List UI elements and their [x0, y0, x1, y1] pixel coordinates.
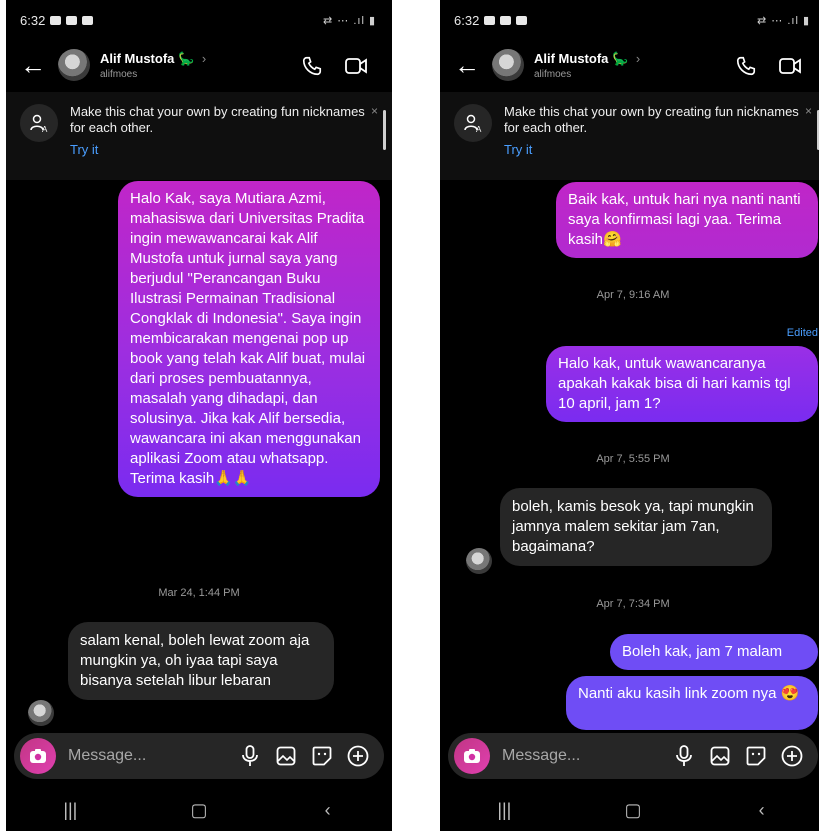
- gallery-icon[interactable]: [268, 738, 304, 774]
- message-bubble-incoming[interactable]: salam kenal, boleh lewat zoom aja mungki…: [68, 622, 334, 700]
- system-navigation-bar: ||| ▢ ‹: [6, 790, 392, 831]
- contact-avatar[interactable]: [492, 49, 524, 81]
- svg-text:A: A: [42, 125, 48, 133]
- phone-screen-left: 6:32 ⇄ ⋯ .ıl ▮ ← Alif Mustofa 🦕 › alifmo…: [6, 0, 392, 831]
- contact-name: Alif Mustofa: [534, 50, 609, 66]
- notification-icon: [516, 15, 528, 25]
- close-icon[interactable]: ×: [805, 104, 812, 180]
- contact-username: alifmoes: [534, 68, 572, 80]
- contact-info[interactable]: Alif Mustofa 🦕 › alifmoes: [534, 51, 724, 80]
- contact-name: Alif Mustofa: [100, 50, 175, 66]
- home-button[interactable]: ▢: [603, 800, 663, 821]
- microphone-icon[interactable]: [232, 738, 268, 774]
- try-it-link[interactable]: Try it: [70, 142, 365, 158]
- microphone-icon[interactable]: [666, 738, 702, 774]
- home-button[interactable]: ▢: [169, 800, 229, 821]
- status-time: 6:32: [454, 12, 480, 28]
- video-camera-icon[interactable]: [334, 52, 378, 78]
- message-bubble-outgoing[interactable]: Halo kak, untuk wawancaranya apakah kaka…: [546, 346, 818, 422]
- phone-screen-right: 6:32 ⇄ ⋯ .ıl ▮ ← Alif Mustofa 🦕 › alifmo…: [440, 0, 819, 831]
- message-bubble-outgoing[interactable]: Halo Kak, saya Mutiara Azmi, mahasiswa d…: [118, 181, 380, 497]
- scrollbar[interactable]: [383, 110, 386, 150]
- plus-icon[interactable]: [340, 738, 376, 774]
- edited-label: Edited: [786, 327, 818, 339]
- sticker-icon[interactable]: [738, 738, 774, 774]
- notification-icon: [484, 15, 496, 25]
- close-icon[interactable]: ×: [371, 104, 378, 180]
- contact-avatar-small[interactable]: [28, 700, 54, 726]
- message-composer: [14, 733, 384, 779]
- status-bar: 6:32 ⇄ ⋯ .ıl ▮: [440, 0, 819, 40]
- contact-emoji: 🦕: [178, 50, 195, 66]
- message-bubble-outgoing[interactable]: Baik kak, untuk hari nya nanti nanti say…: [556, 182, 818, 258]
- message-timestamp: Apr 7, 5:55 PM: [596, 453, 670, 465]
- notification-icon: [66, 15, 78, 25]
- gallery-icon[interactable]: [702, 738, 738, 774]
- system-back-button[interactable]: ‹: [732, 800, 792, 821]
- system-navigation-bar: ||| ▢ ‹: [440, 790, 819, 831]
- message-timestamp: Apr 7, 9:16 AM: [596, 289, 670, 301]
- nickname-banner: A Make this chat your own by creating fu…: [6, 92, 392, 180]
- contact-avatar[interactable]: [58, 49, 90, 81]
- banner-text: Make this chat your own by creating fun …: [504, 104, 799, 135]
- status-time: 6:32: [20, 12, 46, 28]
- message-input[interactable]: [66, 746, 232, 766]
- svg-text:A: A: [476, 125, 482, 133]
- sticker-icon[interactable]: [304, 738, 340, 774]
- message-composer: [448, 733, 818, 779]
- phone-icon[interactable]: [724, 52, 768, 78]
- nickname-icon: A: [454, 104, 492, 142]
- nickname-icon: A: [20, 104, 58, 142]
- contact-emoji: 🦕: [612, 50, 629, 66]
- chevron-right-icon: ›: [635, 50, 641, 66]
- status-bar: 6:32 ⇄ ⋯ .ıl ▮: [6, 0, 392, 40]
- message-bubble-incoming[interactable]: boleh, kamis besok ya, tapi mungkin jamn…: [500, 488, 772, 566]
- back-arrow-icon[interactable]: ←: [20, 52, 58, 78]
- contact-username: alifmoes: [100, 68, 138, 80]
- recents-button[interactable]: |||: [40, 800, 100, 821]
- back-arrow-icon[interactable]: ←: [454, 52, 492, 78]
- recents-button[interactable]: |||: [474, 800, 534, 821]
- try-it-link[interactable]: Try it: [504, 142, 799, 158]
- camera-icon[interactable]: [20, 738, 56, 774]
- message-timestamp: Mar 24, 1:44 PM: [158, 587, 240, 599]
- video-camera-icon[interactable]: [768, 52, 812, 78]
- message-input[interactable]: [500, 746, 666, 766]
- notification-icon: [50, 15, 62, 25]
- nickname-banner: A Make this chat your own by creating fu…: [440, 92, 819, 180]
- camera-icon[interactable]: [454, 738, 490, 774]
- plus-icon[interactable]: [774, 738, 810, 774]
- status-icons: ⇄ ⋯ .ıl ▮: [757, 14, 810, 27]
- chevron-right-icon: ›: [201, 50, 207, 66]
- status-icons: ⇄ ⋯ .ıl ▮: [323, 14, 376, 27]
- chat-header: ← Alif Mustofa 🦕 › alifmoes: [440, 40, 819, 90]
- phone-icon[interactable]: [290, 52, 334, 78]
- banner-text: Make this chat your own by creating fun …: [70, 104, 365, 135]
- contact-avatar-small[interactable]: [466, 548, 492, 574]
- message-bubble-outgoing[interactable]: Nanti aku kasih link zoom nya 😍: [566, 676, 818, 730]
- message-timestamp: Apr 7, 7:34 PM: [596, 598, 670, 610]
- notification-icon: [82, 15, 94, 25]
- system-back-button[interactable]: ‹: [298, 800, 358, 821]
- chat-header: ← Alif Mustofa 🦕 › alifmoes: [6, 40, 392, 90]
- message-bubble-outgoing[interactable]: Boleh kak, jam 7 malam: [610, 634, 818, 670]
- notification-icon: [500, 15, 512, 25]
- contact-info[interactable]: Alif Mustofa 🦕 › alifmoes: [100, 51, 290, 80]
